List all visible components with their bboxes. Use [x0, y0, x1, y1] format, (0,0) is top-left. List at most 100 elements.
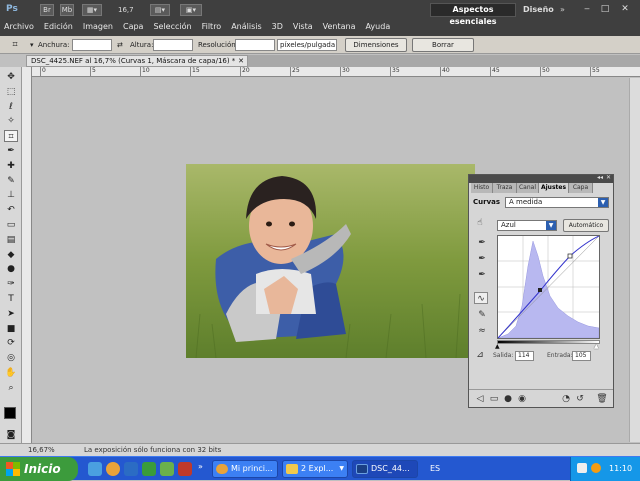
clip-to-layer-icon[interactable]: ● [501, 393, 515, 405]
zoom-level[interactable]: 16,7 [118, 4, 134, 16]
menu-item-8[interactable]: Vista [293, 20, 313, 34]
view-extras-dropdown[interactable]: ▦▾ [82, 4, 102, 16]
app-quicklaunch-icon[interactable] [142, 462, 156, 476]
return-to-list-icon[interactable]: ◁ [473, 393, 487, 405]
crop-tool-icon[interactable]: ⌗ [8, 39, 22, 51]
hand-tool-icon[interactable]: ✋ [4, 367, 18, 379]
zoom-tool-icon[interactable]: ⌕ [4, 382, 18, 394]
reset-icon[interactable]: ↺ [573, 393, 587, 405]
width-input[interactable] [72, 39, 112, 51]
close-icon[interactable]: ✕ [606, 174, 611, 181]
workspace-design-button[interactable]: Diseño [523, 3, 554, 17]
taskbar-item-chrome[interactable]: Mi princi... [212, 460, 278, 478]
shape-tool-icon[interactable]: ■ [4, 323, 18, 335]
workspace-essentials-button[interactable]: Aspectos esenciales [430, 3, 516, 26]
path-select-icon[interactable]: ➤ [4, 308, 18, 320]
panel-tab-1[interactable]: Traza [493, 183, 517, 193]
menu-item-10[interactable]: Ayuda [366, 20, 391, 34]
taskbar-item-photoshop[interactable]: DSC_44... [352, 460, 418, 478]
status-zoom[interactable]: 16,67% [28, 446, 55, 455]
black-point-eyedropper-icon[interactable]: ✒ [475, 237, 489, 249]
crop-tool-icon[interactable]: ⌗ [4, 130, 18, 143]
white-point-eyedropper-icon[interactable]: ✒ [475, 269, 489, 281]
menu-item-0[interactable]: Archivo [4, 20, 34, 34]
on-image-adjust-icon[interactable]: ☝ [473, 217, 487, 229]
height-input[interactable] [153, 39, 193, 51]
panel-tab-3[interactable]: Ajustes [539, 183, 569, 193]
chrome-icon[interactable] [106, 462, 120, 476]
close-button[interactable]: ✕ [618, 2, 632, 16]
foreground-color-swatch[interactable] [4, 407, 16, 419]
collapse-icon[interactable]: ◂◂ [597, 174, 603, 181]
dodge-tool-icon[interactable]: ● [4, 263, 18, 275]
document-image[interactable] [186, 164, 475, 358]
menu-item-3[interactable]: Capa [123, 20, 143, 34]
panel-tab-4[interactable]: Capa [569, 183, 593, 193]
close-icon[interactable]: ✕ [238, 56, 244, 66]
gradient-tool-icon[interactable]: ▤ [4, 234, 18, 246]
maximize-button[interactable]: □ [598, 2, 612, 16]
language-indicator[interactable]: ES [430, 463, 440, 475]
tool-preset-arrow-icon[interactable]: ▾ [30, 40, 34, 50]
pencil-icon[interactable]: ✎ [475, 309, 489, 321]
app-quicklaunch-icon-3[interactable] [178, 462, 192, 476]
front-image-button[interactable]: Dimensiones [345, 38, 407, 52]
curve-point-active[interactable] [538, 288, 542, 292]
minimize-button[interactable]: ‒ [580, 2, 594, 16]
eraser-tool-icon[interactable]: ▭ [4, 219, 18, 231]
clear-button[interactable]: Borrar [412, 38, 474, 52]
visibility-eye-icon[interactable]: ◉ [515, 393, 529, 405]
marquee-tool-icon[interactable]: ⬚ [4, 86, 18, 98]
app-quicklaunch-icon-2[interactable] [160, 462, 174, 476]
pen-tool-icon[interactable]: ✑ [4, 278, 18, 290]
auto-button[interactable]: Automático [563, 219, 609, 232]
arrange-documents-dropdown[interactable]: ▤▾ [150, 4, 170, 16]
menu-item-1[interactable]: Edición [44, 20, 73, 34]
input-input[interactable]: 105 [572, 351, 591, 361]
taskbar-item-explorer[interactable]: 2 Expl... ▼ [282, 460, 348, 478]
curve-point[interactable] [567, 253, 573, 259]
chevron-double-right-icon[interactable]: » [560, 3, 565, 17]
curves-graph[interactable] [497, 235, 600, 339]
bridge-icon[interactable]: Br [40, 4, 54, 16]
3d-rotate-icon[interactable]: ⟳ [4, 337, 18, 349]
brush-tool-icon[interactable]: ✎ [4, 175, 18, 187]
mini-bridge-icon[interactable]: Mb [60, 4, 74, 16]
gray-point-eyedropper-icon[interactable]: ✒ [475, 253, 489, 265]
channel-select[interactable]: Azul ▼ [497, 220, 557, 231]
previous-state-icon[interactable]: ◔ [559, 393, 573, 405]
healing-brush-icon[interactable]: ✚ [4, 160, 18, 172]
type-tool-icon[interactable]: T [4, 293, 18, 305]
smooth-curve-icon[interactable]: ≈ [475, 325, 489, 337]
panel-tab-2[interactable]: Canal [517, 183, 539, 193]
clone-stamp-icon[interactable]: ⊥ [4, 189, 18, 201]
tray-app-icon[interactable] [591, 463, 601, 473]
document-tab[interactable]: DSC_4425.NEF al 16,7% (Curvas 1, Máscara… [26, 55, 248, 67]
quick-mask-icon[interactable]: ◙ [4, 429, 18, 441]
history-brush-icon[interactable]: ↶ [4, 204, 18, 216]
screen-mode-dropdown[interactable]: ▣▾ [180, 4, 202, 16]
menu-item-2[interactable]: Imagen [83, 20, 113, 34]
quick-select-tool-icon[interactable]: ✧ [4, 115, 18, 127]
move-tool-icon[interactable]: ✥ [4, 71, 18, 83]
3d-camera-icon[interactable]: ◎ [4, 352, 18, 364]
resolution-unit-select[interactable]: píxeles/pulgada [277, 39, 337, 51]
show-desktop-icon[interactable] [88, 462, 102, 476]
menu-item-5[interactable]: Filtro [202, 20, 222, 34]
start-button[interactable]: Inicio [0, 457, 78, 481]
photoshop-quicklaunch-icon[interactable] [124, 462, 138, 476]
eyedropper-tool-icon[interactable]: ✒ [4, 145, 18, 157]
resolution-input[interactable] [235, 39, 275, 51]
expand-view-icon[interactable]: ▭ [487, 393, 501, 405]
white-input-slider[interactable]: ▲ [594, 343, 599, 350]
swap-dimensions-icon[interactable]: ⇄ [117, 40, 123, 50]
network-icon[interactable] [577, 463, 587, 473]
lasso-tool-icon[interactable]: ℓ [4, 101, 18, 113]
output-input[interactable]: 114 [515, 351, 534, 361]
menu-item-6[interactable]: Análisis [231, 20, 261, 34]
eyedropper-samples-icon[interactable]: ⊿ [473, 349, 487, 361]
preset-select[interactable]: A medida ▼ [505, 197, 609, 208]
more-quicklaunch-icon[interactable]: » [198, 462, 206, 476]
panel-header[interactable]: ◂◂ ✕ [469, 174, 613, 183]
menu-item-7[interactable]: 3D [272, 20, 283, 34]
